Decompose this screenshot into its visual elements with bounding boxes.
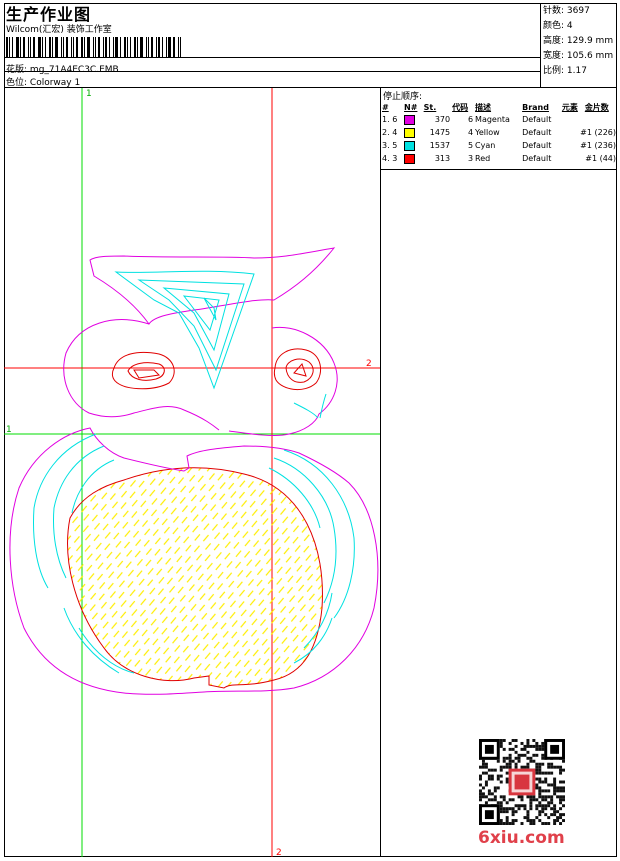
color-swatch-magenta — [404, 114, 416, 125]
barcode-bar — [137, 37, 138, 57]
colorway-label: 色位: — [6, 78, 28, 88]
barcode-bar — [98, 37, 100, 57]
barcode-bar — [6, 37, 8, 57]
barcode-bar — [30, 37, 31, 57]
barcode-bar — [105, 37, 107, 57]
guide-red-h-label: 2 — [366, 359, 372, 369]
table-row: 1. 6 370 6 Magenta Default — [382, 114, 552, 125]
barcode-bar — [113, 37, 114, 57]
header-info: 生产作业图 Wilcom(汇宏) 装饰工作室 花版: mg_71A4EC3C.E… — [4, 3, 540, 88]
barcode-bar — [73, 37, 74, 57]
guide-green-v-label: 1 — [86, 89, 92, 99]
stat-scale: 比例: 1.17 — [543, 66, 587, 76]
stat-colors: 颜色: 4 — [543, 21, 573, 31]
barcode-bar — [134, 37, 136, 57]
barcode-bar — [93, 37, 94, 57]
design-value: mg_71A4EC3C.EMB — [29, 65, 119, 75]
col-brand: Brand — [522, 102, 549, 112]
barcode-bar — [61, 37, 62, 57]
watermark: 6xiu.com — [478, 828, 565, 848]
barcode-bar — [66, 37, 68, 57]
header-divider-1 — [4, 57, 540, 58]
colorway-value: Colorway 1 — [29, 78, 81, 88]
barcode-bar — [180, 37, 181, 57]
color-swatch-cyan — [404, 140, 416, 151]
stat-height: 高度: 129.9 mm — [543, 36, 614, 46]
header-divider-2 — [4, 71, 540, 72]
barcode-bar — [23, 37, 25, 57]
barcode-bar — [151, 37, 153, 57]
barcode-bar — [20, 37, 21, 57]
table-row: 2. 4 1475 4 Yellow Default #1 (226) — [382, 127, 616, 138]
barcode-bar — [63, 37, 64, 57]
col-needle: N# — [404, 102, 418, 112]
barcode-bar — [55, 37, 58, 57]
barcode-bar — [146, 37, 147, 57]
qr-code — [479, 739, 565, 825]
design-row: 花版: mg_71A4EC3C.EMB — [6, 62, 119, 75]
barcode-bar — [16, 37, 19, 57]
colorway-row: 色位: Colorway 1 — [6, 75, 80, 88]
barcode-bar — [162, 37, 163, 57]
body-fill-area — [67, 467, 323, 689]
barcode-bar — [168, 37, 171, 57]
stats-panel: 针数: 3697 颜色: 4 高度: 129.9 mm 宽度: 105.6 mm… — [540, 3, 617, 87]
barcode-bar — [38, 37, 41, 57]
barcode-bar — [71, 37, 72, 57]
color-swatch-red — [404, 153, 416, 164]
barcode-bar — [76, 37, 78, 57]
embroidery-preview: 1 1 2 2 — [4, 88, 381, 858]
barcode-bar — [130, 37, 131, 57]
barcode-bar — [45, 37, 46, 57]
company-name: Wilcom(汇宏) 装饰工作室 — [6, 25, 112, 35]
barcode-bar — [12, 37, 13, 57]
barcode-bar — [158, 37, 160, 57]
barcode-bar — [49, 37, 51, 57]
barcode-bar — [120, 37, 121, 57]
color-swatch-yellow — [404, 127, 416, 138]
barcode-bar — [42, 37, 43, 57]
barcode-bar — [156, 37, 157, 57]
barcode-bar — [52, 37, 53, 57]
barcode-bar — [166, 37, 167, 57]
barcode-bar — [95, 37, 96, 57]
stat-stitches: 针数: 3697 — [543, 6, 590, 16]
col-description: 描述 — [475, 102, 492, 112]
barcode-bar — [115, 37, 118, 57]
barcode — [6, 37, 186, 57]
table-row: 3. 5 1537 5 Cyan Default #1 (236) — [382, 140, 616, 151]
barcode-bar — [124, 37, 126, 57]
guide-red-v-label: 2 — [276, 848, 282, 857]
table-row: 4. 3 313 3 Red Default #1 (44) — [382, 153, 616, 164]
barcode-bar — [140, 37, 143, 57]
barcode-bar — [87, 37, 90, 57]
col-index: # — [382, 102, 389, 112]
barcode-bar — [173, 37, 175, 57]
barcode-bar — [103, 37, 104, 57]
barcode-bar — [84, 37, 85, 57]
guide-green-h-label: 1 — [6, 425, 12, 435]
stop-sequence-table: # N# St. 代码 描述 Brand 元素 金片数 1. 6 370 6 M… — [381, 101, 617, 165]
panel-divider — [381, 169, 617, 170]
stat-width: 宽度: 105.6 mm — [543, 51, 614, 61]
table-header-row: # N# St. 代码 描述 Brand 元素 金片数 — [381, 101, 617, 113]
barcode-bar — [127, 37, 128, 57]
col-sequins: 金片数 — [584, 102, 609, 112]
col-stitches: St. — [423, 102, 437, 112]
barcode-bar — [109, 37, 110, 57]
barcode-bar — [9, 37, 10, 57]
barcode-bar — [81, 37, 83, 57]
col-code: 代码 — [452, 102, 469, 112]
barcode-bar — [33, 37, 35, 57]
barcode-bar — [148, 37, 149, 57]
barcode-bar — [178, 37, 179, 57]
header: 生产作业图 Wilcom(汇宏) 装饰工作室 花版: mg_71A4EC3C.E… — [4, 3, 617, 88]
barcode-bar — [28, 37, 29, 57]
col-element: 元素 — [561, 102, 578, 112]
design-canvas: 1 1 2 2 — [4, 88, 381, 858]
design-label: 花版: — [6, 65, 28, 75]
